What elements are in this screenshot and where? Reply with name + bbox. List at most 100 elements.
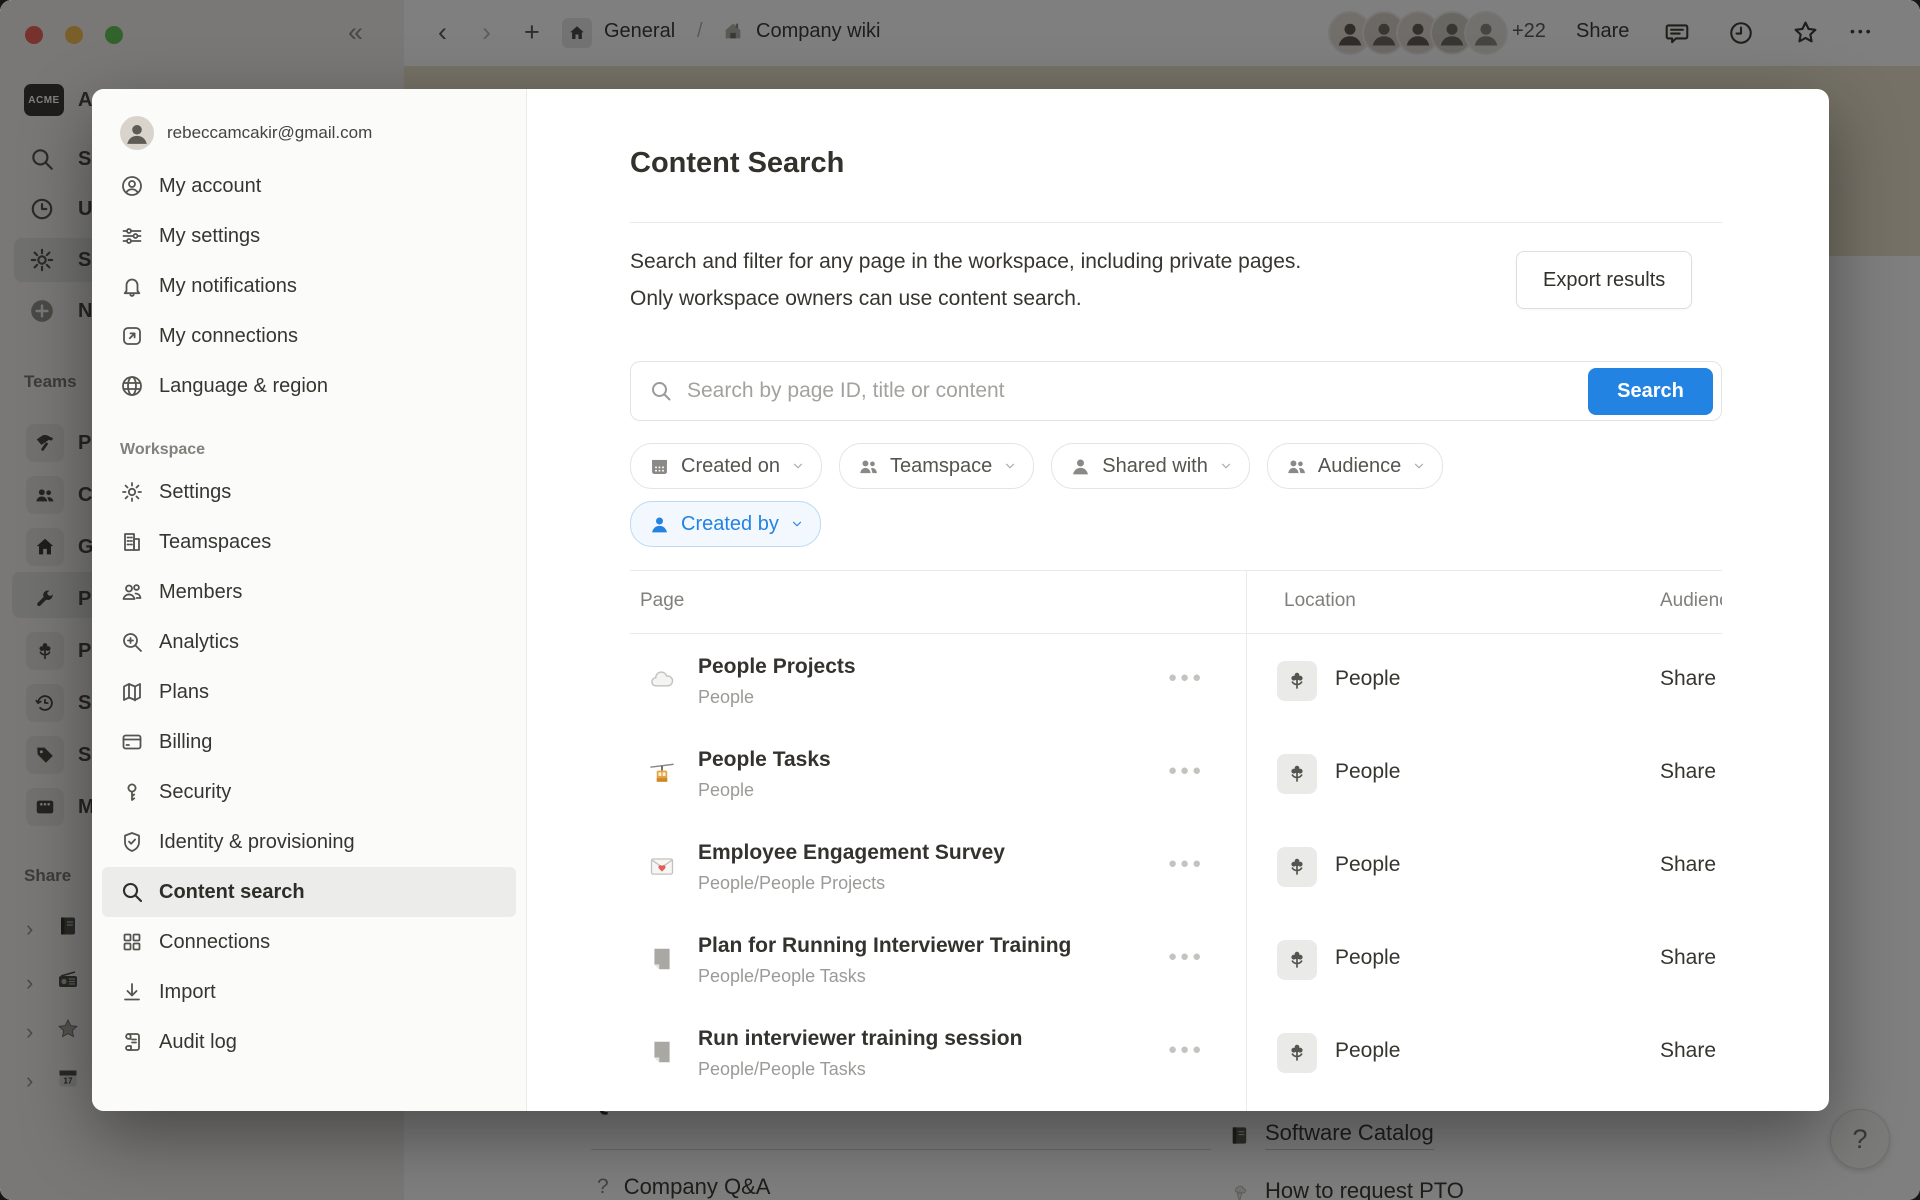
chevron-down-icon [790, 517, 804, 531]
globe-icon [120, 374, 144, 398]
page-title[interactable]: People Projects [698, 655, 856, 679]
menu-item-my-notifications[interactable]: My notifications [102, 261, 516, 311]
page-title[interactable]: Employee Engagement Survey [698, 841, 1005, 865]
menu-item-label: Content search [159, 881, 305, 904]
content-search-bar: Search [630, 361, 1722, 421]
menu-item-analytics[interactable]: Analytics [102, 617, 516, 667]
magnifier-plus-icon [120, 630, 144, 654]
menu-item-label: Analytics [159, 631, 239, 654]
menu-item-plans[interactable]: Plans [102, 667, 516, 717]
filter-created-by[interactable]: Created by [630, 501, 821, 547]
menu-item-members[interactable]: Members [102, 567, 516, 617]
audience-value: Share [1660, 853, 1716, 877]
menu-item-label: Security [159, 781, 231, 804]
teamspace-flower-icon [1277, 940, 1317, 980]
filter-teamspace[interactable]: Teamspace [839, 443, 1034, 489]
chevron-down-icon [1003, 459, 1017, 473]
table-row[interactable]: People Projects People ●●● People Share [630, 635, 1722, 728]
filter-created-on[interactable]: Created on [630, 443, 822, 489]
menu-item-my-settings[interactable]: My settings [102, 211, 516, 261]
teamspace-flower-icon [1277, 1033, 1317, 1073]
menu-item-label: My connections [159, 325, 298, 348]
scroll-icon [120, 1030, 144, 1054]
key-icon [120, 780, 144, 804]
column-header-audience: Audience [1660, 590, 1722, 612]
location-value[interactable]: People [1335, 760, 1400, 784]
divider [630, 222, 1722, 223]
menu-item-identity-provisioning[interactable]: Identity & provisioning [102, 817, 516, 867]
search-input[interactable] [685, 378, 1576, 404]
row-menu-icon[interactable]: ●●● [1168, 762, 1204, 779]
menu-item-content-search[interactable]: Content search [102, 867, 516, 917]
users-icon [858, 456, 879, 477]
menu-item-label: Audit log [159, 1031, 237, 1054]
page-path: People [698, 687, 754, 708]
menu-item-language-region[interactable]: Language & region [102, 361, 516, 411]
workspace-section-header: Workspace [120, 441, 526, 459]
building-icon [120, 530, 144, 554]
location-value[interactable]: People [1335, 853, 1400, 877]
row-menu-icon[interactable]: ●●● [1168, 1041, 1204, 1058]
location-value[interactable]: People [1335, 667, 1400, 691]
page-title[interactable]: Run interviewer training session [698, 1027, 1022, 1051]
page-title[interactable]: Plan for Running Interviewer Training [698, 934, 1071, 958]
row-menu-icon[interactable]: ●●● [1168, 669, 1204, 686]
page-path: People [698, 780, 754, 801]
import-arrow-icon [120, 980, 144, 1004]
menu-item-label: Billing [159, 731, 212, 754]
menu-item-label: Identity & provisioning [159, 831, 355, 854]
person-circle-icon [120, 174, 144, 198]
results-table: Page Location Audience People Projects P… [630, 570, 1722, 1111]
column-header-page: Page [640, 590, 684, 612]
menu-item-label: Import [159, 981, 216, 1004]
row-menu-icon[interactable]: ●●● [1168, 855, 1204, 872]
menu-item-label: Settings [159, 481, 231, 504]
page-icon [647, 944, 677, 974]
export-results-button[interactable]: Export results [1516, 251, 1692, 309]
users-icon [120, 580, 144, 604]
credit-card-icon [120, 730, 144, 754]
menu-item-label: Members [159, 581, 242, 604]
location-value[interactable]: People [1335, 946, 1400, 970]
page-title[interactable]: People Tasks [698, 748, 831, 772]
menu-item-security[interactable]: Security [102, 767, 516, 817]
teamspace-flower-icon [1277, 661, 1317, 701]
table-row[interactable]: Plan for Running Interviewer Training Pe… [630, 914, 1722, 1007]
filter-label: Created by [681, 513, 779, 536]
page-title: Content Search [630, 147, 844, 180]
filter-label: Audience [1318, 455, 1401, 478]
page-path: People/People Projects [698, 873, 885, 894]
menu-item-teamspaces[interactable]: Teamspaces [102, 517, 516, 567]
table-row[interactable]: People Tasks People ●●● People Share [630, 728, 1722, 821]
menu-item-my-connections[interactable]: My connections [102, 311, 516, 361]
teamspace-flower-icon [1277, 847, 1317, 887]
filter-label: Teamspace [890, 455, 992, 478]
menu-item-label: My settings [159, 225, 260, 248]
shield-check-icon [120, 830, 144, 854]
filter-chip-row: Created on Teamspace Shared with Audienc… [630, 443, 1443, 489]
menu-item-settings[interactable]: Settings [102, 467, 516, 517]
filter-shared-with[interactable]: Shared with [1051, 443, 1250, 489]
row-menu-icon[interactable]: ●●● [1168, 948, 1204, 965]
table-row[interactable]: Employee Engagement Survey People/People… [630, 821, 1722, 914]
person-icon [649, 514, 670, 535]
menu-item-import[interactable]: Import [102, 967, 516, 1017]
filter-audience[interactable]: Audience [1267, 443, 1443, 489]
page-path: People/People Tasks [698, 966, 866, 987]
search-button[interactable]: Search [1588, 368, 1713, 415]
menu-item-my-account[interactable]: My account [102, 161, 516, 211]
menu-item-billing[interactable]: Billing [102, 717, 516, 767]
cloud-icon [647, 665, 677, 695]
grid-icon [120, 930, 144, 954]
bell-icon [120, 274, 144, 298]
description-line: Only workspace owners can use content se… [630, 280, 1301, 317]
chevron-down-icon [1412, 459, 1426, 473]
table-row[interactable]: Run interviewer training session People/… [630, 1007, 1722, 1100]
location-value[interactable]: People [1335, 1039, 1400, 1063]
menu-item-connections[interactable]: Connections [102, 917, 516, 967]
map-icon [120, 680, 144, 704]
menu-item-audit-log[interactable]: Audit log [102, 1017, 516, 1067]
avatar [120, 116, 154, 150]
search-icon [120, 880, 144, 904]
menu-item-label: Teamspaces [159, 531, 271, 554]
